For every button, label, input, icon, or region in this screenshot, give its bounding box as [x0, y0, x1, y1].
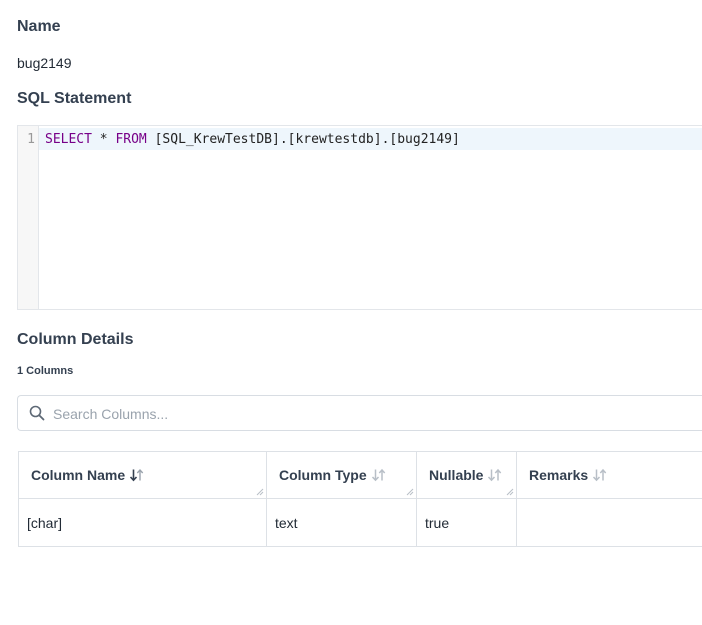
sql-statement-heading: SQL Statement	[17, 90, 132, 107]
sql-code-line[interactable]: SELECT * FROM [SQL_KrewTestDB].[krewtest…	[45, 132, 460, 148]
column-count: 1 Columns	[17, 365, 74, 377]
sort-icon[interactable]	[592, 468, 608, 482]
column-name-header[interactable]: Column Name	[19, 452, 267, 498]
column-details-table: Column Name Column Type Nullable Remarks…	[18, 451, 702, 547]
nullable-header-label: Nullable	[429, 467, 484, 483]
remarks-header-label: Remarks	[529, 467, 589, 483]
sql-star: *	[91, 132, 116, 147]
column-resize-handle[interactable]	[406, 488, 414, 496]
column-type-header[interactable]: Column Type	[267, 452, 417, 498]
column-search-box[interactable]	[17, 395, 702, 431]
column-name-header-label: Column Name	[31, 467, 126, 483]
table-header-row: Column Name Column Type Nullable Remarks	[19, 452, 702, 498]
nullable-header[interactable]: Nullable	[417, 452, 517, 498]
column-details-heading: Column Details	[17, 331, 134, 348]
view-details-page: Name bug2149 SQL Statement 1 SELECT * FR…	[0, 0, 702, 625]
sort-icon[interactable]	[487, 468, 503, 482]
editor-gutter: 1	[18, 126, 39, 309]
cell-column-name: [char]	[19, 499, 267, 546]
view-name-value: bug2149	[17, 55, 72, 71]
sql-keyword-from: FROM	[115, 132, 147, 147]
sql-keyword-select: SELECT	[45, 132, 92, 147]
table-row: [char] text true	[19, 498, 702, 547]
cell-remarks	[517, 499, 702, 546]
cell-nullable: true	[417, 499, 517, 546]
name-heading: Name	[17, 18, 61, 35]
sql-table-ref: [SQL_KrewTestDB].[krewtestdb].[bug2149]	[146, 132, 460, 147]
sort-icon[interactable]	[129, 468, 145, 482]
sort-icon[interactable]	[371, 468, 387, 482]
column-search-input[interactable]	[51, 402, 655, 426]
line-number: 1	[27, 132, 35, 147]
column-resize-handle[interactable]	[506, 488, 514, 496]
search-icon	[29, 405, 45, 421]
cell-column-type: text	[267, 499, 417, 546]
column-type-header-label: Column Type	[279, 467, 367, 483]
remarks-header[interactable]: Remarks	[517, 452, 702, 498]
sql-editor[interactable]: 1 SELECT * FROM [SQL_KrewTestDB].[krewte…	[17, 125, 702, 310]
column-resize-handle[interactable]	[256, 488, 264, 496]
